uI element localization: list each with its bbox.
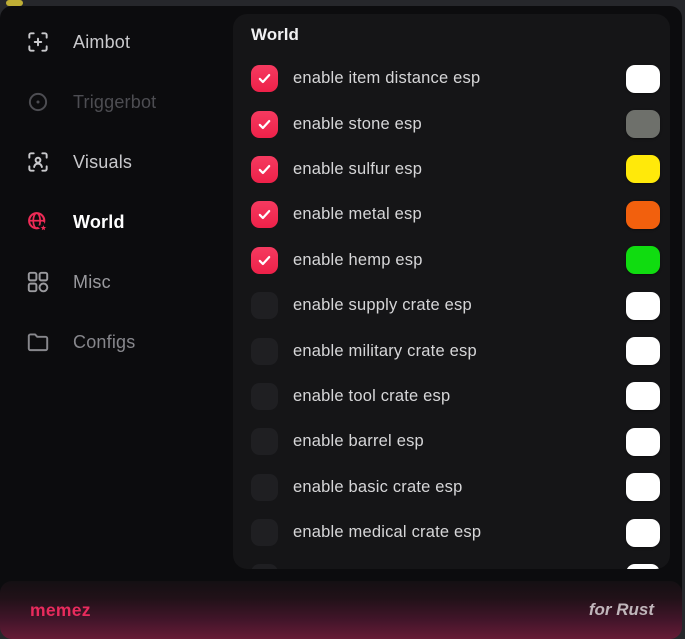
- checkbox[interactable]: [251, 338, 278, 365]
- esp-row-medical-crate: enable medical crate esp: [251, 510, 660, 555]
- checkbox[interactable]: [251, 65, 278, 92]
- esp-row-label: enable basic crate esp: [293, 478, 463, 497]
- color-swatch[interactable]: [626, 337, 660, 365]
- sidebar-item-label: World: [73, 212, 125, 233]
- brand-tagline: for Rust: [589, 600, 654, 620]
- color-swatch[interactable]: [626, 428, 660, 456]
- sidebar-item-triggerbot[interactable]: Triggerbot: [0, 72, 233, 132]
- esp-row-metal: enable metal esp: [251, 192, 660, 237]
- sidebar-item-aimbot[interactable]: Aimbot: [0, 12, 233, 72]
- sidebar-item-label: Aimbot: [73, 32, 130, 53]
- sidebar-item-label: Misc: [73, 272, 111, 293]
- esp-row-label: enable stone esp: [293, 115, 422, 134]
- color-swatch[interactable]: [626, 155, 660, 183]
- sidebar-item-label: Visuals: [73, 152, 132, 173]
- esp-row-military-crate: enable military crate esp: [251, 328, 660, 373]
- cheat-menu-window: Aimbot Triggerbot Visuals: [0, 6, 682, 633]
- color-swatch[interactable]: [626, 473, 660, 501]
- esp-row-supply-crate: enable supply crate esp: [251, 283, 660, 328]
- esp-row-label: enable hemp esp: [293, 251, 423, 270]
- world-settings-panel: World enable item distance esp enable st…: [233, 14, 670, 569]
- checkbox[interactable]: [251, 428, 278, 455]
- sidebar-item-misc[interactable]: Misc: [0, 252, 233, 312]
- misc-icon: [25, 269, 51, 295]
- checkbox[interactable]: [251, 111, 278, 138]
- sidebar-item-world[interactable]: World: [0, 192, 233, 252]
- checkbox[interactable]: [251, 292, 278, 319]
- color-swatch[interactable]: [626, 65, 660, 93]
- esp-row-sulfur: enable sulfur esp: [251, 147, 660, 192]
- esp-row-label: enable supply crate esp: [293, 296, 472, 315]
- visuals-icon: [25, 149, 51, 175]
- sidebar-item-visuals[interactable]: Visuals: [0, 132, 233, 192]
- aimbot-icon: [25, 29, 51, 55]
- configs-icon: [25, 329, 51, 355]
- esp-row-label: enable barrel esp: [293, 432, 424, 451]
- checkbox[interactable]: [251, 383, 278, 410]
- esp-row-barrel: enable barrel esp: [251, 419, 660, 464]
- esp-row-stone: enable stone esp: [251, 101, 660, 146]
- color-swatch[interactable]: [626, 110, 660, 138]
- color-swatch[interactable]: [626, 246, 660, 274]
- color-swatch[interactable]: [626, 201, 660, 229]
- footer-bar: memez for Rust: [0, 581, 682, 639]
- checkbox[interactable]: [251, 564, 278, 569]
- triggerbot-icon: [25, 89, 51, 115]
- page-title: World: [251, 24, 660, 46]
- esp-row-basic-crate: enable basic crate esp: [251, 465, 660, 510]
- color-swatch[interactable]: [626, 292, 660, 320]
- checkbox[interactable]: [251, 156, 278, 183]
- esp-row-label: enable tool crate esp: [293, 387, 450, 406]
- checkbox[interactable]: [251, 201, 278, 228]
- world-icon: [25, 209, 51, 235]
- esp-row-label: enable item distance esp: [293, 69, 480, 88]
- sidebar: Aimbot Triggerbot Visuals: [0, 12, 233, 372]
- color-swatch[interactable]: [626, 382, 660, 410]
- checkbox[interactable]: [251, 519, 278, 546]
- brand-name: memez: [30, 600, 91, 621]
- checkbox[interactable]: [251, 247, 278, 274]
- esp-row-item-distance: enable item distance esp: [251, 56, 660, 101]
- checkbox[interactable]: [251, 474, 278, 501]
- sidebar-item-configs[interactable]: Configs: [0, 312, 233, 372]
- esp-row-cutoff: [251, 555, 660, 569]
- sidebar-item-label: Configs: [73, 332, 135, 353]
- color-swatch[interactable]: [626, 519, 660, 547]
- esp-row-label: enable military crate esp: [293, 342, 477, 361]
- color-swatch[interactable]: [626, 564, 660, 569]
- esp-row-tool-crate: enable tool crate esp: [251, 374, 660, 419]
- esp-row-label: enable metal esp: [293, 205, 422, 224]
- esp-row-label: enable medical crate esp: [293, 523, 481, 542]
- esp-row-label: enable sulfur esp: [293, 160, 422, 179]
- sidebar-item-label: Triggerbot: [73, 92, 156, 113]
- esp-row-hemp: enable hemp esp: [251, 238, 660, 283]
